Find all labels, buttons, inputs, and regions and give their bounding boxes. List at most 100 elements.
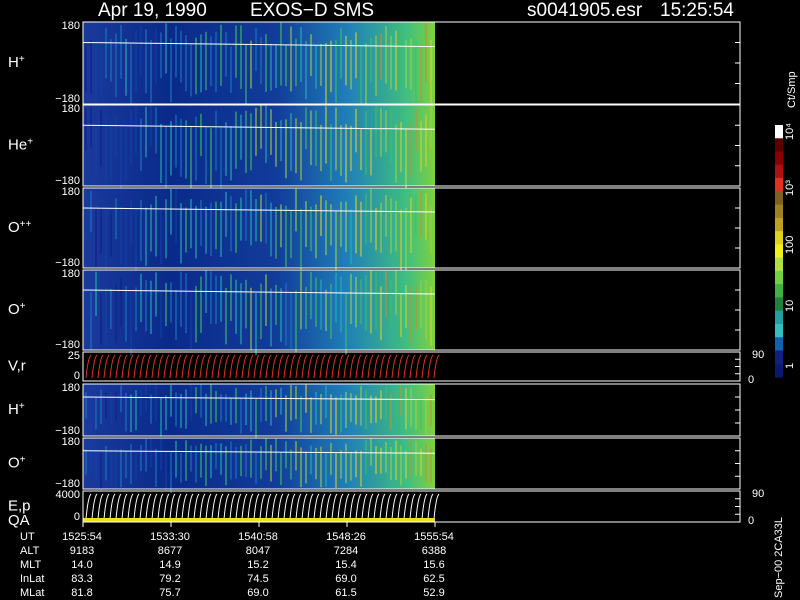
- spectrogram-streak: [120, 124, 122, 189]
- spectrogram-streak: [220, 443, 222, 475]
- trace-curve: [361, 354, 368, 379]
- trace-curve: [421, 354, 428, 379]
- spectrogram-streak: [85, 449, 87, 475]
- spectrogram-streak: [230, 126, 232, 181]
- spectrogram-streak: [375, 208, 377, 251]
- spectrogram-streak: [360, 279, 362, 325]
- spectrogram-streak: [395, 30, 397, 91]
- spectrogram-streak: [100, 389, 102, 425]
- spectrogram-streak: [400, 29, 402, 84]
- spectrogram-streak: [85, 392, 87, 419]
- spectrogram-streak: [200, 384, 202, 418]
- spectrogram-streak: [265, 192, 267, 244]
- spectrogram-streak: [330, 40, 332, 93]
- trace-curve: [409, 493, 416, 520]
- spectrogram-streak: [210, 128, 212, 188]
- trace-curve: [193, 354, 200, 379]
- trace-curve: [265, 493, 272, 520]
- trace-curve: [325, 493, 332, 520]
- ephem-value: 69.0: [335, 573, 356, 585]
- spectrogram-streak: [150, 204, 152, 252]
- spectrogram-streak: [160, 397, 162, 437]
- spectrogram-streak: [255, 451, 257, 484]
- spectrogram-streak: [185, 120, 187, 179]
- spectrogram-streak: [215, 442, 217, 469]
- trace-curve: [229, 354, 236, 379]
- ephem-name: UT: [20, 531, 35, 543]
- spectrogram-streak: [265, 105, 267, 163]
- trace-curve: [361, 493, 368, 520]
- spectrogram-streak: [315, 110, 317, 166]
- trace-curve: [343, 354, 350, 379]
- spectrogram-streak: [85, 108, 87, 151]
- spectrogram-streak: [105, 392, 107, 419]
- panel-2: 180−180O++: [8, 186, 741, 273]
- spectrogram-streak: [415, 286, 417, 331]
- ephem-value: 1525:54: [62, 531, 102, 543]
- trace-curve: [427, 354, 434, 379]
- spectrogram-streak: [225, 191, 227, 237]
- spectrogram-streak: [130, 444, 132, 485]
- spectrogram-streak: [410, 286, 412, 344]
- spectrogram-streak: [135, 30, 137, 92]
- trace-curve: [193, 493, 200, 520]
- trace-curve: [265, 354, 272, 379]
- trace-curve: [157, 493, 164, 520]
- spectrogram-streak: [270, 109, 272, 155]
- y-tick-max: 180: [62, 268, 80, 280]
- spectrogram-streak: [250, 113, 252, 171]
- spectrogram-streak: [115, 198, 117, 240]
- trace-curve: [307, 493, 314, 520]
- trace-curve: [433, 493, 440, 520]
- spectrogram-streak: [90, 107, 92, 148]
- trace-curve: [421, 493, 428, 520]
- spectrogram-streak: [270, 288, 272, 347]
- spectrogram-streak: [125, 38, 127, 96]
- spectrogram-streak: [130, 292, 132, 357]
- colorbar-segment: [775, 297, 783, 312]
- spectrogram-streak: [250, 287, 252, 351]
- trace-curve: [211, 354, 218, 379]
- spectrogram-streak: [290, 113, 292, 171]
- spectrogram-streak: [350, 125, 352, 171]
- trace-curve: [85, 354, 92, 379]
- spectrogram-streak: [180, 271, 182, 327]
- spectrogram-streak: [365, 43, 367, 108]
- trace-curve: [295, 354, 302, 379]
- spectrogram-streak: [130, 110, 132, 166]
- spectrogram-streak: [280, 452, 282, 485]
- spectrogram-streak: [350, 208, 352, 265]
- trace-curve: [127, 354, 134, 379]
- y-tick-max: 180: [62, 20, 80, 32]
- spectrogram-streak: [400, 209, 402, 273]
- trace-curve: [205, 354, 212, 379]
- spectrogram-streak: [355, 108, 357, 153]
- trace-curve: [187, 354, 194, 379]
- spectrogram-streak: [105, 282, 107, 343]
- spectrogram-streak: [150, 280, 152, 334]
- qa-bar: [83, 518, 435, 522]
- spectrogram-streak: [90, 398, 92, 436]
- y-tick-max: 180: [62, 382, 80, 394]
- spectrogram-streak: [260, 194, 262, 242]
- spectrogram-streak: [400, 385, 402, 416]
- trace-curve: [115, 354, 122, 379]
- spectrogram-streak: [375, 105, 377, 158]
- y-tick-max: 180: [62, 436, 80, 448]
- spectrogram-streak: [285, 44, 287, 87]
- trace-curve: [259, 493, 266, 520]
- ephem-value: 1555:54: [414, 531, 454, 543]
- spectrogram-streak: [430, 206, 432, 254]
- trace-curve: [355, 354, 362, 379]
- spectrogram-streak: [240, 25, 242, 90]
- spectrogram-streak: [315, 277, 317, 327]
- trace-curve: [295, 493, 302, 520]
- colorbar-segment: [775, 164, 783, 179]
- spectrogram-streak: [290, 26, 292, 92]
- spectrogram-streak: [230, 274, 232, 321]
- spectrogram-streak: [415, 194, 417, 236]
- right-axis-min: 0: [748, 374, 754, 386]
- spectrogram-streak: [190, 199, 192, 249]
- trace-curve: [91, 354, 98, 379]
- trace-curve: [391, 493, 398, 520]
